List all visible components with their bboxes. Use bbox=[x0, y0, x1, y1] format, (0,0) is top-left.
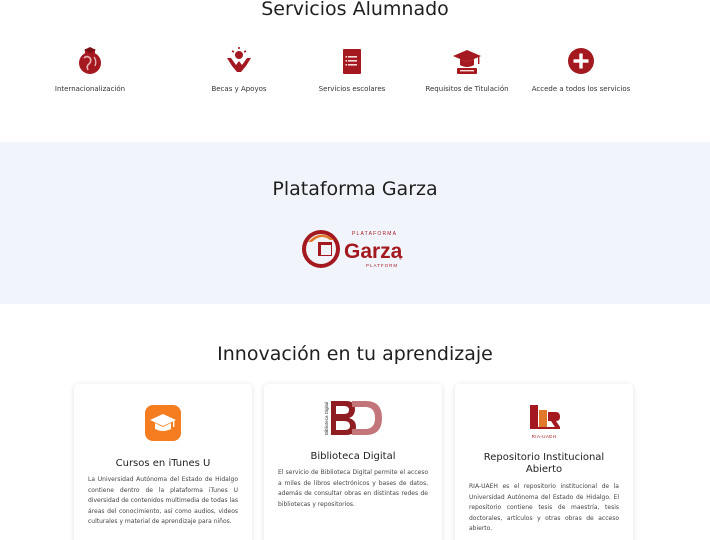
graduation-cap-icon bbox=[453, 50, 481, 74]
innovacion-cards: Cursos en iTunes U La Universidad Autóno… bbox=[74, 384, 634, 540]
card-title: Biblioteca Digital bbox=[310, 451, 396, 462]
hands-heart-icon bbox=[227, 47, 251, 72]
card-description: La Universidad Autónoma del Estado de Hi… bbox=[88, 476, 238, 525]
ria-logo-caption: RIA-UAEH bbox=[532, 434, 557, 439]
card-biblioteca[interactable]: Biblioteca Digital Biblioteca Digital El… bbox=[264, 384, 442, 540]
services-row: Internacionalización Becas y Apoyos Serv… bbox=[55, 46, 660, 106]
plus-circle-icon bbox=[568, 48, 594, 74]
service-todos[interactable]: Accede a todos los servicios bbox=[526, 46, 636, 93]
service-escolares[interactable]: Servicios escolares bbox=[297, 46, 407, 93]
card-description: RIA-UAEH es el repositorio institucional… bbox=[469, 483, 619, 532]
globe-icon bbox=[79, 47, 101, 74]
document-list-icon bbox=[343, 49, 361, 74]
plataforma-garza-section bbox=[0, 142, 710, 304]
service-becas[interactable]: Becas y Apoyos bbox=[184, 46, 294, 93]
garza-logo-link[interactable]: PLATAFORMA Garza ® PLATFORM bbox=[300, 224, 408, 274]
service-label: Becas y Apoyos bbox=[211, 85, 267, 93]
card-itunes[interactable]: Cursos en iTunes U La Universidad Autóno… bbox=[74, 384, 252, 540]
card-repositorio[interactable]: RIA-UAEH Repositorio Institucional Abier… bbox=[455, 384, 633, 540]
garza-logo: PLATAFORMA Garza ® PLATFORM bbox=[302, 230, 403, 268]
service-label: Accede a todos los servicios bbox=[531, 85, 631, 93]
service-label: Servicios escolares bbox=[318, 85, 386, 93]
service-titulacion[interactable]: Requisitos de Titulación bbox=[412, 46, 522, 93]
garza-logo-top-text: PLATAFORMA bbox=[352, 231, 397, 237]
garza-logo-bottom-text: PLATFORM bbox=[366, 263, 398, 268]
servicios-title: Servicios Alumnado bbox=[261, 0, 449, 20]
card-title: Repositorio Institucional Abierto bbox=[483, 452, 605, 475]
garza-logo-word: Garza bbox=[344, 240, 403, 263]
garza-logo-mark: ® bbox=[399, 256, 402, 261]
service-label: Requisitos de Titulación bbox=[425, 85, 509, 93]
ria-logo: RIA-UAEH bbox=[530, 405, 560, 439]
service-internacionalizacion[interactable]: Internacionalización bbox=[35, 46, 145, 93]
card-title: Cursos en iTunes U bbox=[115, 458, 211, 469]
biblioteca-logo-vertical-text: Biblioteca Digital bbox=[324, 402, 329, 435]
service-label: Internacionalización bbox=[54, 85, 126, 93]
card-description: El servicio de Biblioteca Digital permit… bbox=[278, 469, 428, 508]
biblioteca-digital-logo: Biblioteca Digital bbox=[324, 401, 382, 435]
itunes-u-icon bbox=[145, 405, 181, 441]
plataforma-title: Plataforma Garza bbox=[272, 178, 438, 200]
innovacion-title: Innovación en tu aprendizaje bbox=[217, 343, 493, 365]
